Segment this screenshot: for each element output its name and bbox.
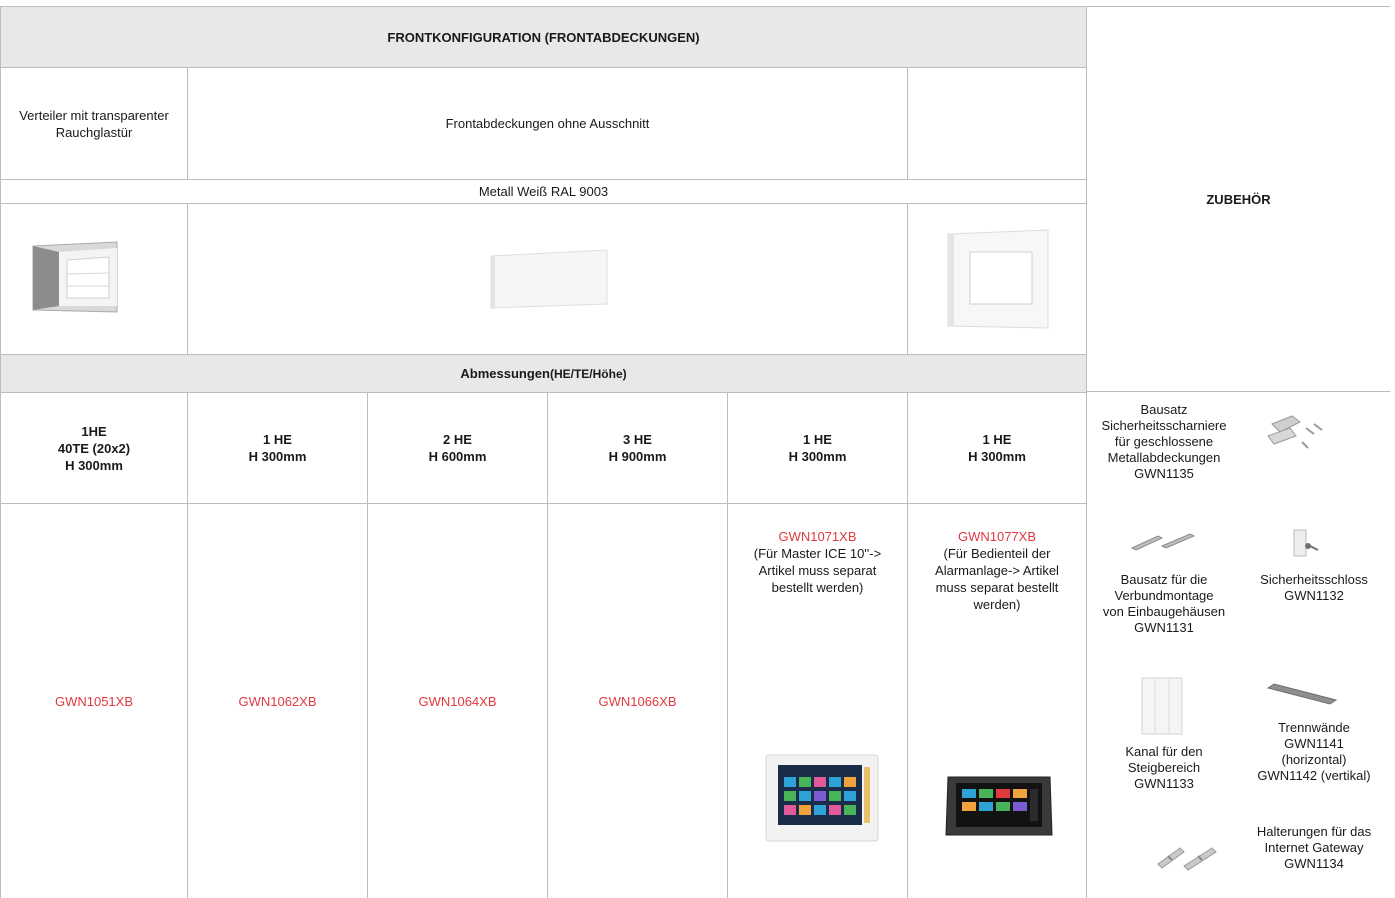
article-note-6-line3: muss separat bestellt — [935, 580, 1059, 595]
acc-rail-line4: GWN1131 — [1134, 620, 1194, 635]
type-cell-no-cutout: Frontabdeckungen ohne Ausschnitt — [187, 67, 908, 180]
accessories-title: ZUBEHÖR — [1206, 191, 1271, 207]
accessory-divider: Trennwände GWN1141 (horizontal) GWN1142 … — [1240, 720, 1388, 784]
size-cell-2: 1 HE H 300mm — [187, 392, 368, 504]
article-code-2[interactable]: GWN1062XB — [238, 694, 316, 709]
acc-rail-line3: von Einbaugehäusen — [1102, 604, 1226, 619]
size-6-line1: 1 HE — [982, 432, 1012, 447]
image-cell-no-cutout — [187, 203, 908, 355]
article-note-6-line4: werden) — [973, 597, 1021, 612]
config-title: FRONTKONFIGURATION (FRONTABDECKUNGEN) — [387, 29, 700, 45]
accessory-gateway-bracket: Halterungen für das Internet Gateway GWN… — [1240, 824, 1388, 872]
acc-divider-line4: GWN1142 (vertikal) — [1257, 768, 1371, 783]
accessory-rail-kit: Bausatz für die Verbundmontage von Einba… — [1090, 572, 1238, 636]
rail-kit-icon — [1130, 533, 1196, 551]
accessory-lock: Sicherheitsschloss GWN1132 — [1244, 572, 1384, 604]
acc-rail-line2: Verbundmontage — [1114, 588, 1214, 603]
accessory-hinge-kit: Bausatz Sicherheitsscharniere für geschl… — [1090, 402, 1238, 482]
acc-hinge-line3: für geschlossene — [1114, 434, 1214, 449]
accessory-channel: Kanal für den Steigbereich GWN1133 — [1090, 744, 1238, 792]
type-glass-door-line2: Rauchglastür — [55, 124, 133, 140]
acc-lock-line2: GWN1132 — [1284, 588, 1344, 603]
code-cell-1: GWN1051XB — [0, 503, 188, 898]
article-note-6-line2: Alarmanlage-> Artikel — [935, 563, 1059, 578]
size-3-line2: H 600mm — [428, 449, 487, 464]
article-note-5-line1: (Für Master ICE 10''-> — [753, 546, 882, 561]
cutout-cover-image — [947, 229, 1049, 329]
size-4-line2: H 900mm — [608, 449, 667, 464]
image-cell-glass-door — [0, 203, 188, 355]
product-configuration-table: FRONTKONFIGURATION (FRONTABDECKUNGEN) ZU… — [0, 0, 1395, 898]
acc-rail-line1: Bausatz für die — [1120, 572, 1208, 587]
dimensions-units: (HE/TE/Höhe) — [549, 366, 627, 381]
size-cell-5: 1 HE H 300mm — [727, 392, 908, 504]
blank-cover-image — [490, 249, 608, 309]
article-note-5-line2: Artikel muss separat — [758, 563, 877, 578]
material-cell: Metall Weiß RAL 9003 — [0, 179, 1087, 204]
dimensions-cell: Abmessungen (HE/TE/Höhe) — [0, 354, 1087, 393]
acc-bracket-line3: GWN1134 — [1284, 856, 1344, 871]
type-cell-cutout — [907, 67, 1087, 180]
size-1-line1: 1HE — [81, 423, 107, 439]
acc-channel-line1: Kanal für den — [1125, 744, 1203, 759]
acc-bracket-line2: Internet Gateway — [1264, 840, 1364, 855]
size-cell-6: 1 HE H 300mm — [907, 392, 1087, 504]
code-cell-2: GWN1062XB — [187, 503, 368, 898]
hinge-kit-icon — [1267, 415, 1323, 449]
alarm-panel-image — [945, 776, 1053, 836]
acc-divider-line1: Trennwände — [1278, 720, 1350, 735]
channel-icon — [1141, 677, 1183, 735]
article-code-3[interactable]: GWN1064XB — [418, 694, 496, 709]
size-1-line3: H 300mm — [65, 457, 123, 473]
type-cell-glass-door: Verteiler mit transparenter Rauchglastür — [0, 67, 188, 180]
type-glass-door-line1: Verteiler mit transparenter — [19, 107, 169, 123]
acc-hinge-line4: Metallabdeckungen — [1107, 450, 1221, 465]
code-cell-4: GWN1066XB — [547, 503, 728, 898]
acc-hinge-line5: GWN1135 — [1134, 466, 1194, 481]
bracket-icon — [1157, 847, 1217, 871]
code-cell-5: GWN1071XB (Für Master ICE 10''-> Artikel… — [727, 503, 908, 898]
code-cell-6: GWN1077XB (Für Bedienteil der Alarmanlag… — [907, 503, 1087, 898]
dimensions-label: Abmessungen — [460, 366, 550, 381]
acc-channel-line3: GWN1133 — [1134, 776, 1194, 791]
size-cell-4: 3 HE H 900mm — [547, 392, 728, 504]
size-5-line2: H 300mm — [788, 449, 847, 464]
acc-bracket-line1: Halterungen für das — [1256, 824, 1372, 839]
acc-divider-line3: (horizontal) — [1281, 752, 1347, 767]
article-code-1[interactable]: GWN1051XB — [55, 694, 133, 709]
config-title-cell: FRONTKONFIGURATION (FRONTABDECKUNGEN) — [0, 6, 1087, 68]
size-cell-3: 2 HE H 600mm — [367, 392, 548, 504]
type-no-cutout: Frontabdeckungen ohne Ausschnitt — [445, 116, 650, 131]
size-3-line1: 2 HE — [443, 432, 472, 447]
accessories-title-cell: ZUBEHÖR — [1086, 6, 1390, 392]
acc-channel-line2: Steigbereich — [1127, 760, 1201, 775]
size-1-line2: 40TE (20x2) — [57, 440, 131, 456]
size-2-line2: H 300mm — [248, 449, 307, 464]
acc-divider-line2: GWN1141 — [1284, 736, 1344, 751]
size-4-line1: 3 HE — [623, 432, 652, 447]
article-code-4[interactable]: GWN1066XB — [598, 694, 676, 709]
acc-hinge-line1: Bausatz — [1140, 402, 1188, 417]
article-note-6-line1: (Für Bedienteil der — [943, 546, 1051, 561]
article-note-5-line3: bestellt werden) — [771, 580, 864, 595]
size-2-line1: 1 HE — [263, 432, 292, 447]
acc-lock-line1: Sicherheitsschloss — [1260, 572, 1368, 587]
lock-icon — [1293, 529, 1319, 557]
divider-icon — [1266, 683, 1338, 705]
size-6-line2: H 300mm — [968, 449, 1026, 464]
image-cell-cutout — [907, 203, 1087, 355]
code-cell-3: GWN1064XB — [367, 503, 548, 898]
article-code-5[interactable]: GWN1071XB — [728, 528, 907, 545]
article-code-6[interactable]: GWN1077XB — [908, 528, 1086, 545]
size-5-line1: 1 HE — [803, 432, 832, 447]
material-label: Metall Weiß RAL 9003 — [478, 184, 609, 199]
glass-door-distributor-image — [32, 241, 118, 313]
master-ice-panel-image — [765, 754, 879, 842]
acc-hinge-line2: Sicherheitsscharniere — [1101, 418, 1227, 433]
size-cell-1: 1HE 40TE (20x2) H 300mm — [0, 392, 188, 504]
